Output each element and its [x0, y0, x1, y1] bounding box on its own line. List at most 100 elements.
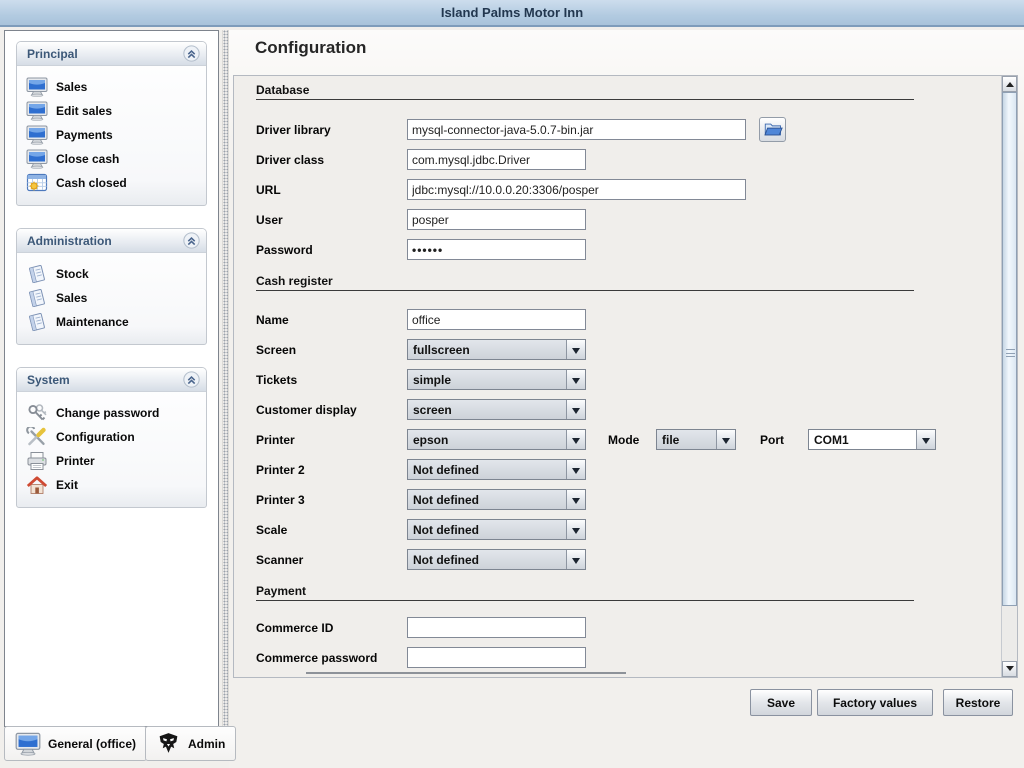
sidebar-item-maintenance[interactable]: Maintenance	[26, 310, 202, 334]
monitor-icon	[26, 77, 48, 97]
sidebar-item-printer[interactable]: Printer	[26, 449, 202, 473]
sidebar-item-payments[interactable]: Payments	[26, 123, 202, 147]
driver-library-input[interactable]	[407, 119, 746, 140]
sidebar-item-cash-closed[interactable]: Cash closed	[26, 171, 202, 195]
section-header-administration[interactable]: Administration	[17, 229, 206, 253]
configuration-form: Database Driver library Driver class URL…	[233, 75, 1018, 678]
sidebar-section-system: System Change password Configuration Pri…	[16, 367, 207, 508]
user-label: User	[256, 213, 283, 227]
sidebar-item-label: Sales	[56, 291, 87, 305]
chevron-down-icon[interactable]	[716, 430, 735, 449]
sidebar-section-administration: Administration Stock Sales Maintenance	[16, 228, 207, 345]
scanner-select[interactable]: Not defined	[407, 549, 586, 570]
sidebar: Principal Sales Edit sales Payments Clos…	[4, 30, 219, 727]
status-register-chip[interactable]: General (office)	[4, 726, 147, 761]
sidebar-item-label: Payments	[56, 128, 113, 142]
scrollbar-thumb[interactable]	[1002, 92, 1017, 606]
monitor-icon	[26, 101, 48, 121]
notebook-icon	[26, 264, 48, 284]
field-row-scanner: Scanner Not defined	[256, 549, 996, 570]
section-divider	[256, 99, 914, 100]
sidebar-item-label: Cash closed	[56, 176, 127, 190]
chevron-down-icon[interactable]	[566, 460, 585, 479]
triangle-up-icon	[1006, 78, 1014, 87]
status-user-chip[interactable]: Admin	[145, 726, 236, 761]
sidebar-item-label: Stock	[56, 267, 89, 281]
driver-class-input[interactable]	[407, 149, 586, 170]
chevron-down-icon[interactable]	[916, 430, 935, 449]
customer-display-select[interactable]: screen	[407, 399, 586, 420]
chevron-down-icon[interactable]	[566, 430, 585, 449]
password-label: Password	[256, 243, 313, 257]
sidebar-item-configuration[interactable]: Configuration	[26, 425, 202, 449]
section-title: System	[27, 373, 183, 387]
chevron-down-icon[interactable]	[566, 490, 585, 509]
mode-select[interactable]: file	[656, 429, 736, 450]
page-title: Configuration	[255, 38, 366, 58]
field-row-tickets: Tickets simple	[256, 369, 996, 390]
scanner-label: Scanner	[256, 553, 303, 567]
commerce-id-label: Commerce ID	[256, 621, 333, 635]
chevron-down-icon[interactable]	[566, 520, 585, 539]
monitor-icon	[15, 732, 41, 756]
field-row-customer-display: Customer display screen	[256, 399, 996, 420]
password-input[interactable]	[407, 239, 586, 260]
chevron-down-icon[interactable]	[566, 340, 585, 359]
sidebar-item-stock[interactable]: Stock	[26, 262, 202, 286]
sidebar-item-close-cash[interactable]: Close cash	[26, 147, 202, 171]
sidebar-item-label: Printer	[56, 454, 95, 468]
user-input[interactable]	[407, 209, 586, 230]
section-header-system[interactable]: System	[17, 368, 206, 392]
commerce-password-label: Commerce password	[256, 651, 377, 665]
screen-select[interactable]: fullscreen	[407, 339, 586, 360]
factory-values-button[interactable]: Factory values	[817, 689, 933, 716]
admin-user-icon	[156, 732, 181, 755]
sidebar-section-principal: Principal Sales Edit sales Payments Clos…	[16, 41, 207, 206]
collapse-icon[interactable]	[183, 45, 200, 62]
chevron-down-icon[interactable]	[566, 400, 585, 419]
scroll-up-button[interactable]	[1002, 76, 1017, 92]
port-select[interactable]: COM1	[808, 429, 936, 450]
sidebar-item-label: Configuration	[56, 430, 135, 444]
printer2-select[interactable]: Not defined	[407, 459, 586, 480]
sidebar-item-admin-sales[interactable]: Sales	[26, 286, 202, 310]
sidebar-item-sales[interactable]: Sales	[26, 75, 202, 99]
customer-display-label: Customer display	[256, 403, 357, 417]
field-row-commerce-id: Commerce ID	[256, 617, 996, 638]
field-row-printer: Printer epson Mode file Port COM1	[256, 429, 996, 450]
scale-select[interactable]: Not defined	[407, 519, 586, 540]
printer3-select[interactable]: Not defined	[407, 489, 586, 510]
restore-button[interactable]: Restore	[943, 689, 1013, 716]
chevron-down-icon[interactable]	[566, 550, 585, 569]
home-icon	[26, 475, 48, 495]
collapse-icon[interactable]	[183, 371, 200, 388]
printer3-label: Printer 3	[256, 493, 305, 507]
chevron-down-icon[interactable]	[566, 370, 585, 389]
url-input[interactable]	[407, 179, 746, 200]
register-name: General (office)	[48, 737, 136, 751]
sidebar-item-label: Change password	[56, 406, 159, 420]
sidebar-item-change-password[interactable]: Change password	[26, 401, 202, 425]
name-label: Name	[256, 313, 289, 327]
browse-driver-button[interactable]	[759, 117, 786, 142]
sidebar-item-exit[interactable]: Exit	[26, 473, 202, 497]
save-button[interactable]: Save	[750, 689, 812, 716]
section-divider	[256, 290, 914, 291]
collapse-icon[interactable]	[183, 232, 200, 249]
sidebar-splitter[interactable]	[222, 30, 229, 727]
mode-label: Mode	[608, 433, 639, 447]
printer-select[interactable]: epson	[407, 429, 586, 450]
section-title-database: Database	[256, 83, 309, 97]
section-title-payment: Payment	[256, 584, 306, 598]
scroll-down-button[interactable]	[1002, 661, 1017, 677]
form-scrollbar[interactable]	[1001, 76, 1017, 677]
tickets-select[interactable]: simple	[407, 369, 586, 390]
field-row-user: User	[256, 209, 996, 230]
commerce-id-input[interactable]	[407, 617, 586, 638]
section-divider	[256, 600, 914, 601]
field-row-screen: Screen fullscreen	[256, 339, 996, 360]
sidebar-item-edit-sales[interactable]: Edit sales	[26, 99, 202, 123]
name-input[interactable]	[407, 309, 586, 330]
commerce-password-input[interactable]	[407, 647, 586, 668]
section-header-principal[interactable]: Principal	[17, 42, 206, 66]
